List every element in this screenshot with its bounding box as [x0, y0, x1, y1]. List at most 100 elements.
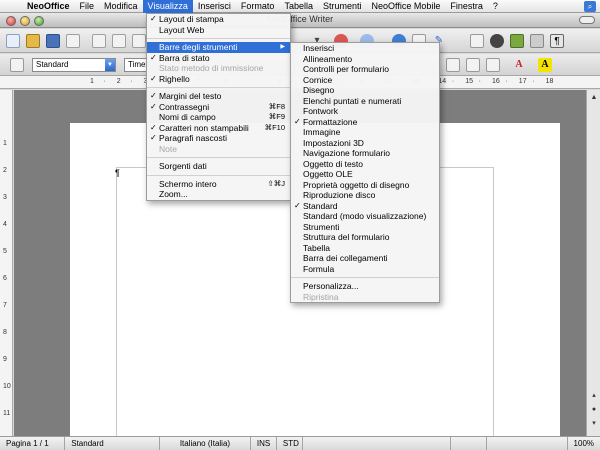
scroll-up-icon[interactable]: ▲ — [588, 92, 600, 104]
menu-separator — [147, 84, 290, 91]
vruler-tick: 2 — [3, 167, 7, 174]
menu-tabella[interactable]: Tabella — [279, 0, 318, 13]
view-menu-item-contrassegni[interactable]: ✓ Contrassegni ⌘F8 — [147, 102, 290, 113]
toolbars-submenu-item-immagine[interactable]: Immagine — [291, 127, 439, 138]
export-pdf-icon[interactable] — [112, 34, 126, 48]
menu-item-label: Fontwork — [303, 106, 338, 116]
toolbars-submenu-item-allineamento[interactable]: Allineamento — [291, 54, 439, 65]
increase-spacing-icon[interactable] — [486, 58, 500, 72]
menu-help[interactable]: ? — [488, 0, 503, 13]
view-menu-item-barre-degli-strumenti[interactable]: Barre degli strumenti ▶ — [147, 42, 290, 53]
font-name-combo[interactable]: Times — [124, 58, 149, 72]
status-signature[interactable] — [303, 436, 451, 450]
menu-item-label: Struttura del formulario — [303, 232, 390, 242]
spotlight-icon[interactable]: ⌕ — [584, 0, 596, 12]
ruler-tick: 15 — [465, 78, 473, 85]
edit-file-icon[interactable] — [92, 34, 106, 48]
paragraph-style-value: Standard — [36, 60, 69, 69]
save-icon[interactable] — [46, 34, 60, 48]
view-layout-icons[interactable] — [451, 436, 487, 450]
navigation-icon[interactable]: ● — [588, 404, 600, 416]
navigator-icon[interactable] — [490, 34, 504, 48]
view-menu-item-layout-di-stampa[interactable]: ✓ Layout di stampa — [147, 14, 290, 25]
toolbars-submenu-item-proprieta-oggetto-di-disegno[interactable]: Proprietà oggetto di disegno — [291, 180, 439, 191]
decrease-indent-icon[interactable] — [446, 58, 460, 72]
status-style[interactable]: Standard — [65, 436, 161, 450]
toolbars-submenu-item-cornice[interactable]: Cornice — [291, 75, 439, 86]
vruler-tick: 7 — [3, 302, 7, 309]
toolbars-submenu-item-navigazione-formulario[interactable]: Navigazione formulario — [291, 148, 439, 159]
open-folder-icon[interactable] — [26, 34, 40, 48]
menu-inserisci[interactable]: Inserisci — [193, 0, 236, 13]
menu-neooffice-mobile[interactable]: NeoOffice Mobile — [366, 0, 445, 13]
formatting-marks-icon[interactable]: ¶ — [550, 34, 564, 48]
status-zoom[interactable]: 100% — [568, 437, 600, 450]
data-sources-icon[interactable] — [530, 34, 544, 48]
toolbars-submenu-item-riproduzione-disco[interactable]: Riproduzione disco — [291, 190, 439, 201]
view-menu-item-margini-del-testo[interactable]: ✓ Margini del testo — [147, 91, 290, 102]
toolbars-submenu-item-inserisci[interactable]: Inserisci — [291, 43, 439, 54]
menu-visualizza[interactable]: Visualizza — [142, 0, 193, 13]
toolbars-submenu-item-disegno[interactable]: Disegno — [291, 85, 439, 96]
menu-strumenti[interactable]: Strumenti — [318, 0, 367, 13]
view-menu-item-righello[interactable]: ✓ Righello — [147, 74, 290, 85]
paragraph-style-combo[interactable]: Standard ▼ — [32, 58, 116, 72]
view-menu-item-schermo-intero[interactable]: Schermo intero ⇧⌘J — [147, 179, 290, 190]
toolbars-submenu-item-fontwork[interactable]: Fontwork — [291, 106, 439, 117]
styles-formatting-icon[interactable] — [10, 58, 24, 72]
previous-page-icon[interactable]: ▴ — [588, 390, 600, 402]
toolbars-submenu-item-standard[interactable]: ✓ Standard — [291, 201, 439, 212]
toolbars-submenu-item-oggetto-ole[interactable]: Oggetto OLE — [291, 169, 439, 180]
toolbars-submenu-item-controlli-per-formulario[interactable]: Controlli per formulario — [291, 64, 439, 75]
status-language[interactable]: Italiano (Italia) — [160, 436, 251, 450]
toolbars-submenu-item-oggetto-di-testo[interactable]: Oggetto di testo — [291, 159, 439, 170]
toolbars-submenu-item-tabella[interactable]: Tabella — [291, 243, 439, 254]
view-menu-item-nomi-di-campo[interactable]: Nomi di campo ⌘F9 — [147, 112, 290, 123]
view-menu-item-layout-web[interactable]: Layout Web — [147, 25, 290, 36]
view-menu-item-sorgenti-dati[interactable]: Sorgenti dati — [147, 161, 290, 172]
print-icon[interactable] — [132, 34, 146, 48]
toolbars-submenu-item-elenchi-puntati-e-numerati[interactable]: Elenchi puntati e numerati — [291, 96, 439, 107]
vertical-ruler[interactable]: 1 2 3 4 5 6 7 8 9 10 11 — [0, 90, 13, 436]
increase-indent-icon[interactable] — [466, 58, 480, 72]
toolbars-submenu-item-formula[interactable]: Formula — [291, 264, 439, 275]
status-selection-mode[interactable]: STD — [277, 436, 303, 450]
email-icon[interactable] — [66, 34, 80, 48]
menu-item-shortcut: ⇧⌘J — [267, 178, 285, 188]
vertical-scrollbar[interactable]: ▲ ▴ ● ▾ — [586, 90, 600, 436]
checkmark-icon: ✓ — [150, 101, 157, 111]
menu-file[interactable]: File — [75, 0, 100, 13]
find-replace-icon[interactable] — [470, 34, 484, 48]
status-insert-mode[interactable]: INS — [251, 436, 277, 450]
vruler-tick: 5 — [3, 248, 7, 255]
menu-formato[interactable]: Formato — [236, 0, 280, 13]
toolbar-toggle-icon[interactable] — [579, 16, 595, 24]
view-menu-item-caratteri-non-stampabili[interactable]: ✓ Caratteri non stampabili ⌘F10 — [147, 123, 290, 134]
next-page-icon[interactable]: ▾ — [588, 418, 600, 430]
gallery-icon[interactable] — [510, 34, 524, 48]
highlighting-icon[interactable]: A — [538, 58, 552, 72]
toolbars-submenu-item-struttura-del-formulario[interactable]: Struttura del formulario — [291, 232, 439, 243]
toolbars-submenu-item-barra-dei-collegamenti[interactable]: Barra dei collegamenti — [291, 253, 439, 264]
zoom-slider[interactable] — [487, 436, 568, 450]
view-menu-item-barra-di-stato[interactable]: ✓ Barra di stato — [147, 53, 290, 64]
menu-finestra[interactable]: Finestra — [445, 0, 488, 13]
menu-item-label: Proprietà oggetto di disegno — [303, 179, 410, 190]
toolbars-submenu-item-impostazioni-3d[interactable]: Impostazioni 3D — [291, 138, 439, 149]
toolbars-submenu-item-personalizza[interactable]: Personalizza... — [291, 281, 439, 292]
view-menu-item-paragrafi-nascosti[interactable]: ✓ Paragrafi nascosti — [147, 133, 290, 144]
menu-item-label: Schermo intero — [159, 178, 217, 189]
view-menu-item-zoom[interactable]: Zoom... — [147, 189, 290, 200]
toolbars-submenu-item-strumenti[interactable]: Strumenti — [291, 222, 439, 233]
chevron-down-icon[interactable]: ▼ — [105, 59, 115, 71]
toolbars-submenu-item-formattazione[interactable]: ✓ Formattazione — [291, 117, 439, 128]
font-color-icon[interactable]: A — [512, 58, 526, 72]
toolbars-submenu-item-standard-modo-visualizzazione[interactable]: Standard (modo visualizzazione) — [291, 211, 439, 222]
status-page[interactable]: Pagina 1 / 1 — [0, 436, 66, 450]
view-menu: ✓ Layout di stampa Layout Web Barre degli s… — [146, 13, 291, 201]
status-bar: Pagina 1 / 1 Standard Italiano (Italia) … — [0, 436, 600, 450]
menu-modifica[interactable]: Modifica — [99, 0, 143, 13]
menu-app[interactable]: NeoOffice — [22, 0, 75, 13]
new-document-icon[interactable] — [6, 34, 20, 48]
menu-item-label: Note — [159, 143, 177, 154]
